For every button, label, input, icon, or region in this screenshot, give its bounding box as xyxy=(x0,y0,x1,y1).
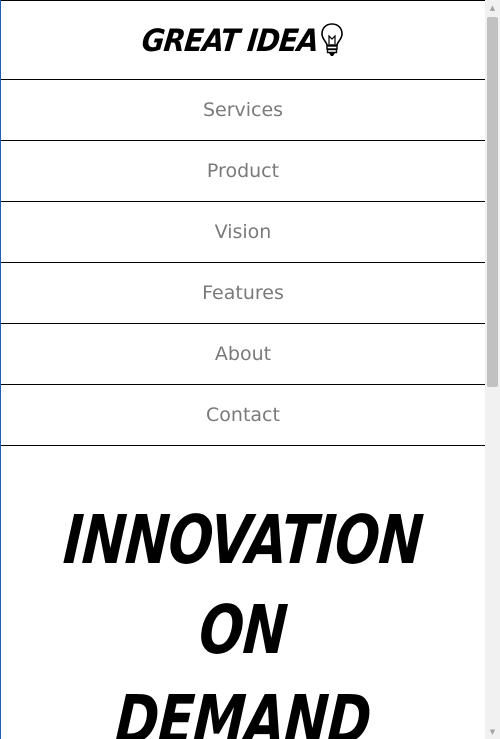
hero-headline-line-1: INNOVATION xyxy=(61,502,425,580)
site-header: GREAT IDEA xyxy=(1,0,485,80)
nav-item-product[interactable]: Product xyxy=(1,141,485,202)
scrollbar-thumb[interactable] xyxy=(487,17,498,387)
site-logo[interactable]: GREAT IDEA xyxy=(140,21,344,59)
lightbulb-icon xyxy=(321,23,343,56)
nav-item-about[interactable]: About xyxy=(1,324,485,385)
nav-item-contact[interactable]: Contact xyxy=(1,385,485,446)
hero-headline-line-3: DEMAND xyxy=(112,682,374,739)
nav-item-features[interactable]: Features xyxy=(1,263,485,324)
main-nav: Services Product Vision Features About C… xyxy=(1,80,485,446)
logo-text: GREAT IDEA xyxy=(140,21,320,59)
nav-item-label: Vision xyxy=(214,221,272,243)
hero-section: INNOVATION ON DEMAND xyxy=(1,446,485,739)
hero-headline-line-2: ON xyxy=(196,592,290,670)
nav-item-label: Contact xyxy=(206,404,280,426)
vertical-scrollbar[interactable]: ▲ ▼ xyxy=(485,0,500,739)
nav-item-label: About xyxy=(214,343,272,365)
nav-item-vision[interactable]: Vision xyxy=(1,202,485,263)
nav-item-label: Product xyxy=(206,160,280,182)
nav-item-label: Features xyxy=(202,282,284,304)
nav-item-label: Services xyxy=(202,99,284,121)
triangle-up-icon[interactable]: ▲ xyxy=(485,0,500,15)
triangle-down-icon[interactable]: ▼ xyxy=(485,724,500,739)
page-viewport: GREAT IDEA Services Product Vision Featu… xyxy=(0,0,485,739)
nav-item-services[interactable]: Services xyxy=(1,80,485,141)
